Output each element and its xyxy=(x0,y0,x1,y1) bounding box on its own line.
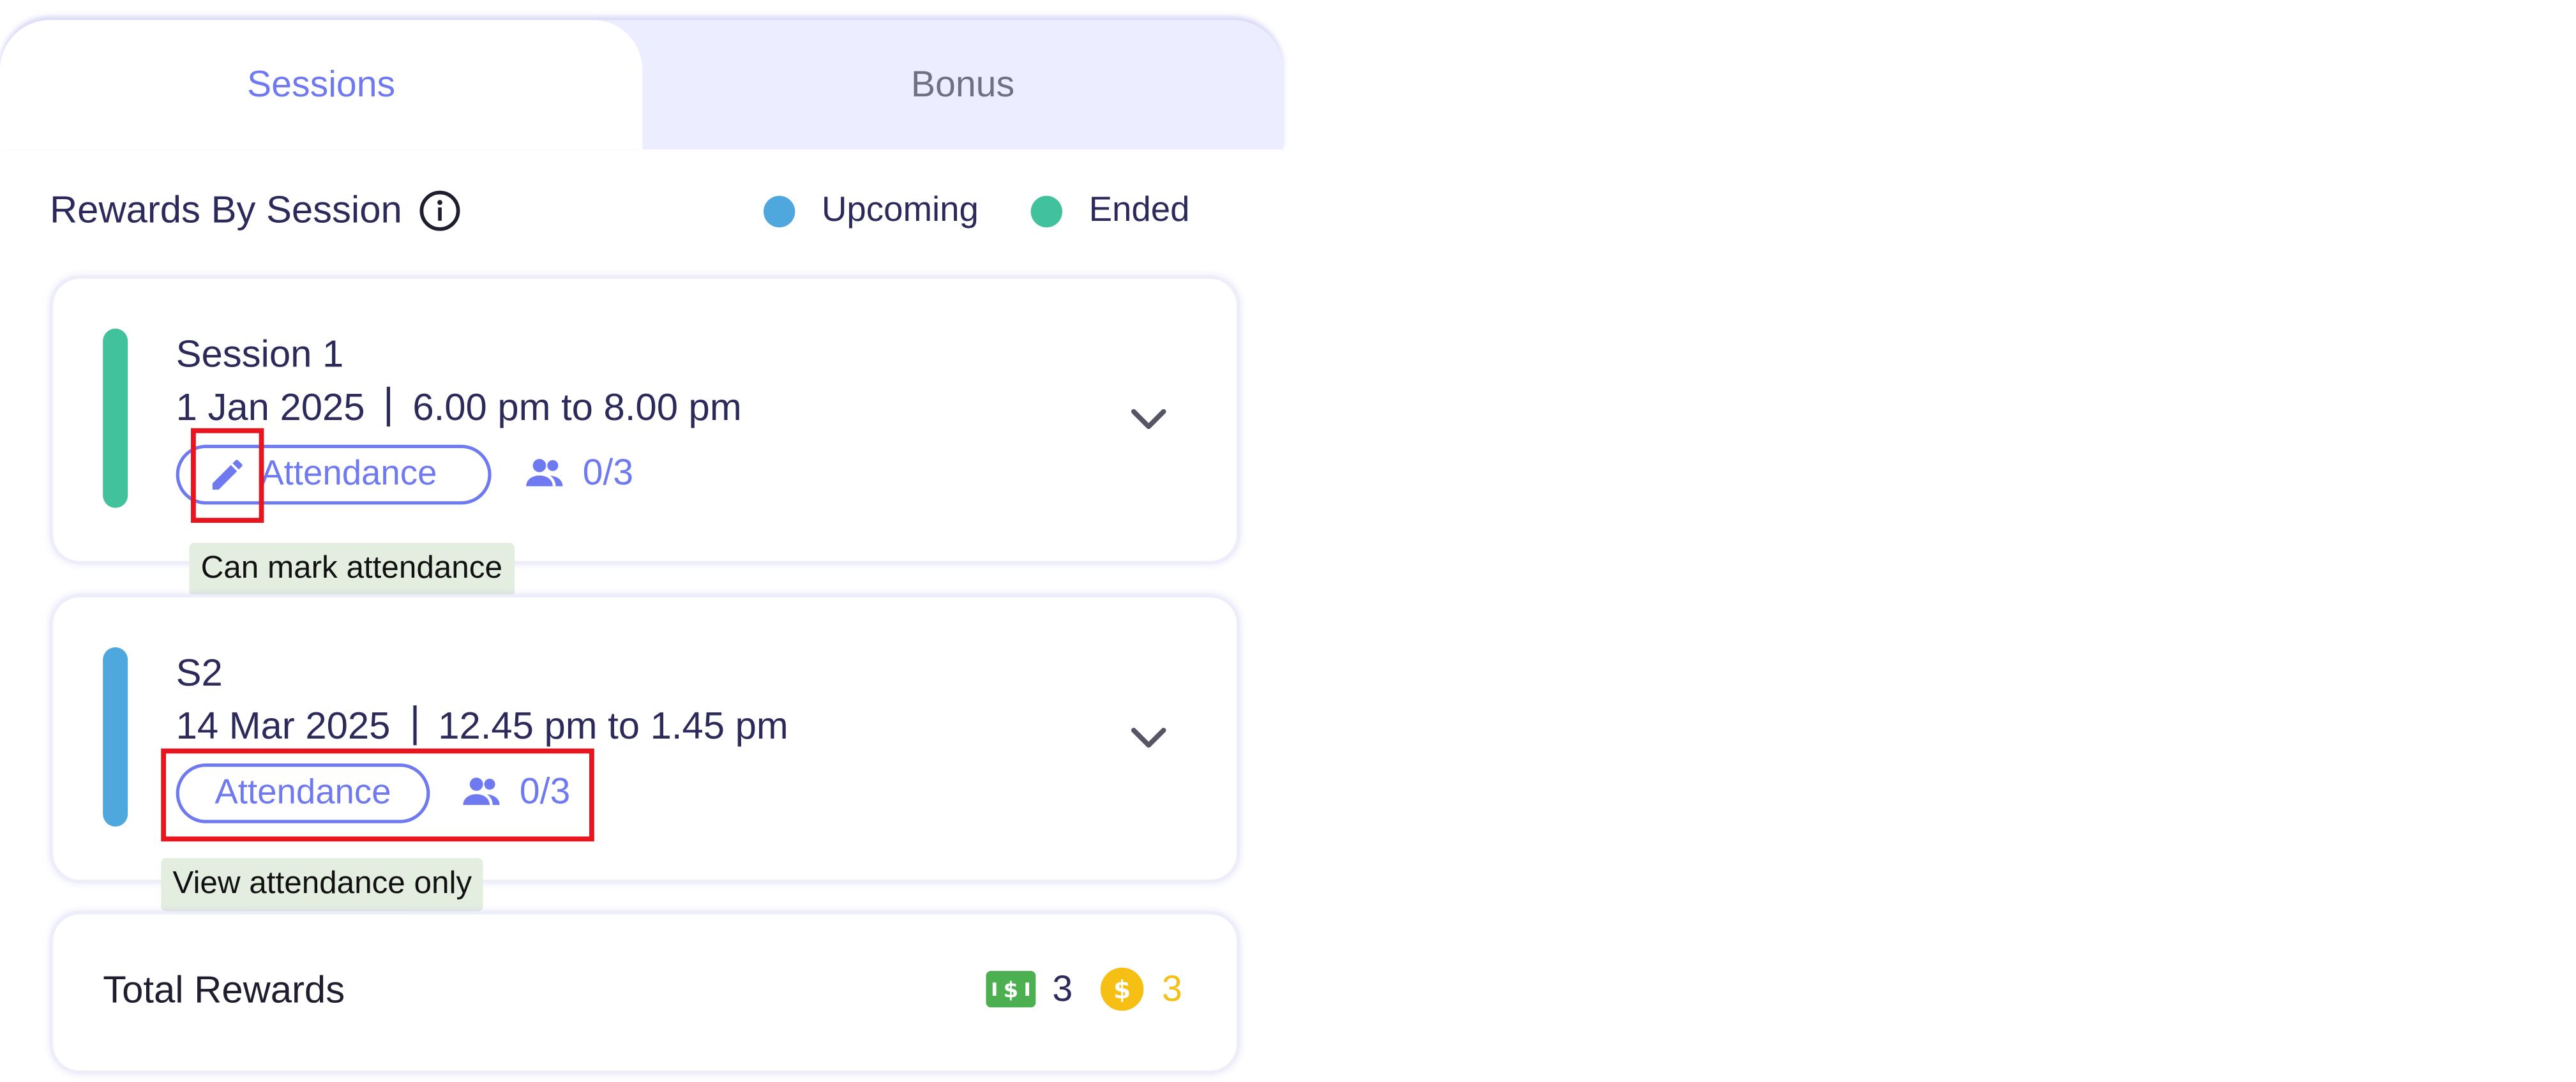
session-time: 12.45 pm to 1.45 pm xyxy=(438,703,788,747)
cash-value: 3 xyxy=(1052,967,1073,1009)
section-title: Rewards By Session xyxy=(50,187,402,231)
datetime-divider xyxy=(412,705,416,746)
highlight-box xyxy=(161,748,594,842)
people-icon xyxy=(526,458,563,486)
session-datetime: 1 Jan 2025 6.00 pm to 8.00 pm xyxy=(176,385,742,430)
ended-dot-icon xyxy=(1030,195,1062,227)
chevron-down-icon[interactable] xyxy=(1131,727,1167,750)
total-rewards-card: Total Rewards $ 3 $ 3 xyxy=(50,911,1240,1074)
info-icon[interactable] xyxy=(419,188,462,232)
stage: Sessions Bonus Rewards By Session Upcomi… xyxy=(0,0,2576,1082)
legend-upcoming-label: Upcoming xyxy=(822,191,979,229)
tab-sessions-label: Sessions xyxy=(247,63,396,105)
session-time: 6.00 pm to 8.00 pm xyxy=(412,385,742,428)
status-bar-ended xyxy=(103,328,128,508)
coin-reward: $ 3 xyxy=(1100,967,1182,1011)
tab-bar: Sessions Bonus xyxy=(0,20,1283,149)
svg-text:$: $ xyxy=(1004,978,1019,1003)
session-date: 14 Mar 2025 xyxy=(176,703,391,747)
count-value: 0/3 xyxy=(582,451,634,493)
legend-ended-label: Ended xyxy=(1088,191,1190,229)
svg-text:$: $ xyxy=(1113,976,1131,1005)
status-bar-upcoming xyxy=(103,647,128,827)
legend-upcoming: Upcoming xyxy=(764,191,979,230)
cash-reward: $ 3 xyxy=(986,968,1073,1011)
highlight-box xyxy=(191,428,264,523)
total-rewards-label: Total Rewards xyxy=(103,967,345,1011)
chevron-down-icon[interactable] xyxy=(1131,409,1167,432)
tab-bonus-label: Bonus xyxy=(910,63,1015,105)
tab-sessions[interactable]: Sessions xyxy=(0,20,643,149)
datetime-divider xyxy=(387,386,391,427)
session-title: Session 1 xyxy=(176,332,344,375)
attendee-count: 0/3 xyxy=(520,451,633,495)
upcoming-dot-icon xyxy=(764,195,795,227)
section-heading: Rewards By Session xyxy=(50,188,462,232)
session-datetime: 14 Mar 2025 12.45 pm to 1.45 pm xyxy=(176,703,788,748)
tooltip: View attendance only xyxy=(161,858,484,912)
attendance-label: Attendance xyxy=(260,455,437,493)
session-title: S2 xyxy=(176,650,223,694)
legend-ended: Ended xyxy=(1030,191,1190,230)
coin-icon: $ xyxy=(1100,967,1144,1011)
cash-icon: $ xyxy=(986,971,1036,1008)
session-date: 1 Jan 2025 xyxy=(176,385,365,428)
tooltip: Can mark attendance xyxy=(189,543,515,596)
tab-bonus[interactable]: Bonus xyxy=(642,20,1283,149)
coin-value: 3 xyxy=(1161,967,1182,1009)
